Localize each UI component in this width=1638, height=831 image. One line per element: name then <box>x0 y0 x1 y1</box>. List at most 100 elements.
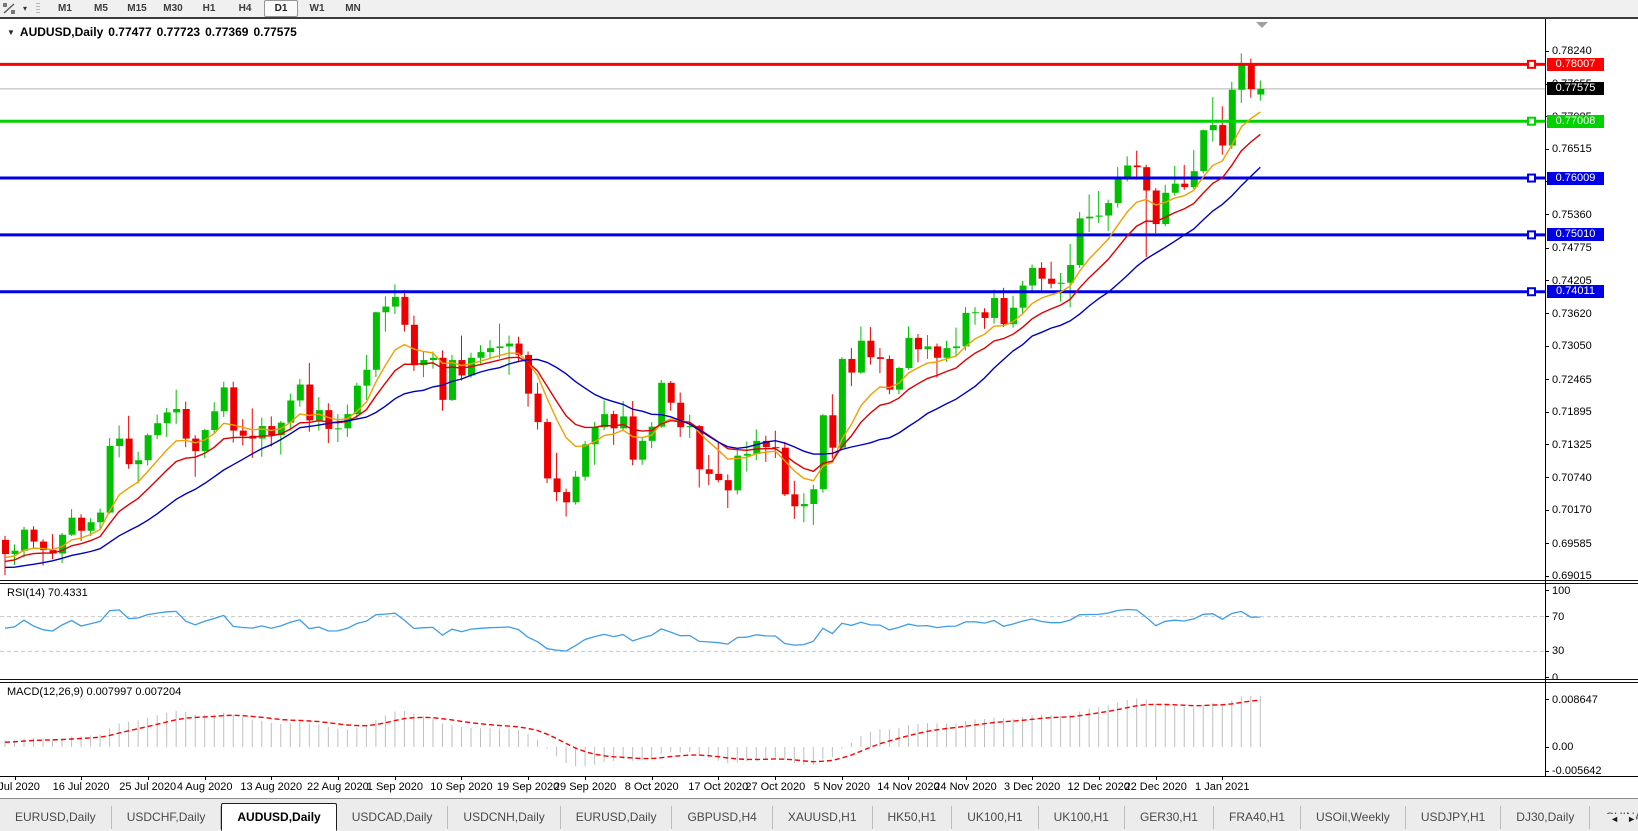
line-handle[interactable] <box>1528 231 1535 238</box>
rsi-tick-label: 30 <box>1552 645 1564 657</box>
chart-tab-hk50-h1[interactable]: HK50,H1 <box>873 806 953 829</box>
chart-shift-marker-icon[interactable] <box>1256 22 1268 28</box>
date-tick-dash <box>15 777 16 780</box>
macd-axis: 0.0086470.00-0.005642 <box>1545 683 1638 776</box>
timeframe-button-mn[interactable]: MN <box>336 0 370 17</box>
horizontal-line[interactable] <box>0 231 1545 238</box>
date-tick-label: 19 Sep 2020 <box>497 781 559 793</box>
date-tick-dash <box>148 777 149 780</box>
date-tick-label: 3 Dec 2020 <box>1004 781 1060 793</box>
line-handle[interactable] <box>1528 61 1535 68</box>
chart-title-symbol: AUDUSD,Daily <box>20 25 103 39</box>
horizontal-line[interactable] <box>0 175 1545 182</box>
price-tick-label: 0.70740 <box>1552 472 1592 484</box>
title-collapse-icon[interactable]: ▼ <box>7 28 15 37</box>
date-tick-label: 5 Nov 2020 <box>814 781 870 793</box>
date-tick-dash <box>585 777 586 780</box>
date-tick-label: 14 Nov 2020 <box>877 781 939 793</box>
timeframe-buttons: M1M5M15M30H1H4D1W1MN <box>47 0 371 17</box>
chart-tab-eurusd-daily[interactable]: EURUSD,Daily <box>561 806 673 829</box>
timeframe-button-h1[interactable]: H1 <box>192 0 226 17</box>
chart-tab-uk100-h1[interactable]: UK100,H1 <box>1039 806 1125 829</box>
chart-tab-ger30-h1[interactable]: GER30,H1 <box>1125 806 1214 829</box>
timeframe-button-m15[interactable]: M15 <box>120 0 154 17</box>
chart-tab-audusd-daily[interactable]: AUDUSD,Daily <box>221 803 336 831</box>
date-tick-dash <box>1099 777 1100 780</box>
timeframe-button-m5[interactable]: M5 <box>84 0 118 17</box>
date-tick-dash <box>1032 777 1033 780</box>
chart-tab-usoil-weekly[interactable]: USOil,Weekly <box>1301 806 1406 829</box>
line-handle[interactable] <box>1528 288 1535 295</box>
timeframe-button-m30[interactable]: M30 <box>156 0 190 17</box>
rsi-line <box>5 610 1260 652</box>
date-tick-label: 12 Dec 2020 <box>1067 781 1129 793</box>
date-tick-dash <box>652 777 653 780</box>
tab-scroll-right-icon[interactable]: ► <box>1627 814 1636 824</box>
date-tick-dash <box>81 777 82 780</box>
macd-label: MACD(12,26,9) 0.007997 0.007204 <box>7 686 181 698</box>
timeframe-button-h4[interactable]: H4 <box>228 0 262 17</box>
chart-tab-usdcnh-daily[interactable]: USDCNH,Daily <box>448 806 560 829</box>
chart-tab-eurusd-daily[interactable]: EURUSD,Daily <box>0 806 112 829</box>
ma-line-slow <box>5 167 1260 567</box>
price-tick-label: 0.72465 <box>1552 374 1592 386</box>
price-tick-label: 0.73050 <box>1552 340 1592 352</box>
price-tick-label: 0.78240 <box>1552 45 1592 57</box>
date-tick-dash <box>395 777 396 780</box>
horizontal-line[interactable] <box>0 118 1545 125</box>
price-tick-label: 0.71325 <box>1552 439 1592 451</box>
chart-tab-gbpusd-h4[interactable]: GBPUSD,H4 <box>672 806 772 829</box>
tab-scroll-arrows: ◄ ► <box>1604 814 1636 824</box>
chart-tab-uk100-h1[interactable]: UK100,H1 <box>952 806 1038 829</box>
rsi-chart-canvas[interactable] <box>0 585 1545 679</box>
line-handle[interactable] <box>1528 118 1535 125</box>
date-tick-label: 27 Oct 2020 <box>745 781 805 793</box>
date-tick-dash <box>775 777 776 780</box>
current-price-label: 0.77575 <box>1547 82 1604 95</box>
date-tick-dash <box>908 777 909 780</box>
drawing-tool-icon[interactable] <box>0 1 18 16</box>
line-handle[interactable] <box>1528 175 1535 182</box>
chart-tab-usdcad-daily[interactable]: USDCAD,Daily <box>337 806 449 829</box>
date-tick-dash <box>842 777 843 780</box>
date-tick-label: 16 Jul 2020 <box>53 781 110 793</box>
date-tick-dash <box>205 777 206 780</box>
date-axis: 7 Jul 202016 Jul 202025 Jul 20204 Aug 20… <box>0 776 1638 799</box>
rsi-tick-label: 70 <box>1552 611 1564 623</box>
toolbar-grip[interactable] <box>36 3 40 15</box>
rsi-pane[interactable]: RSI(14) 70.4331 10070300 <box>0 584 1638 679</box>
date-tick-label: 7 Jul 2020 <box>0 781 40 793</box>
date-tick-label: 1 Jan 2021 <box>1195 781 1249 793</box>
date-tick-dash <box>718 777 719 780</box>
horizontal-line[interactable] <box>0 288 1545 295</box>
ohlc-low: 0.77369 <box>205 25 248 39</box>
price-pane[interactable]: ▼ AUDUSD,Daily 0.77477 0.77723 0.77369 0… <box>0 19 1638 580</box>
price-tick-label: 0.73620 <box>1552 308 1592 320</box>
macd-tick-label: 0.00 <box>1552 741 1573 753</box>
drawing-tool-caret-icon[interactable]: ▾ <box>18 4 32 13</box>
chart-tab-dj30-daily[interactable]: DJ30,Daily <box>1501 806 1590 829</box>
date-tick-label: 22 Dec 2020 <box>1125 781 1187 793</box>
hline-price-label: 0.78007 <box>1547 58 1604 71</box>
hline-price-label: 0.74011 <box>1547 285 1604 298</box>
chart-tab-usdchf-daily[interactable]: USDCHF,Daily <box>112 806 222 829</box>
tab-strip: EURUSD,DailyUSDCHF,DailyAUDUSD,DailyUSDC… <box>0 803 1638 831</box>
chart-tab-fra40-h1[interactable]: FRA40,H1 <box>1214 806 1301 829</box>
timeframe-button-w1[interactable]: W1 <box>300 0 334 17</box>
timeframe-button-d1[interactable]: D1 <box>264 0 298 17</box>
tab-scroll-left-icon[interactable]: ◄ <box>1610 814 1619 824</box>
price-chart-canvas[interactable] <box>0 19 1545 580</box>
date-tick-label: 4 Aug 2020 <box>177 781 233 793</box>
macd-pane[interactable]: MACD(12,26,9) 0.007997 0.007204 0.008647… <box>0 683 1638 776</box>
chart-tab-usdjpy-h1[interactable]: USDJPY,H1 <box>1406 806 1501 829</box>
hline-price-label: 0.75010 <box>1547 228 1604 241</box>
price-tick-label: 0.76515 <box>1552 143 1592 155</box>
horizontal-line[interactable] <box>0 61 1545 68</box>
timeframe-button-m1[interactable]: M1 <box>48 0 82 17</box>
chart-window: ▼ AUDUSD,Daily 0.77477 0.77723 0.77369 0… <box>0 17 1638 830</box>
macd-chart-canvas[interactable] <box>0 683 1545 776</box>
chart-tab-xauusd-h1[interactable]: XAUUSD,H1 <box>773 806 873 829</box>
rsi-axis: 10070300 <box>1545 584 1638 679</box>
ohlc-high: 0.77723 <box>157 25 200 39</box>
axis-divider-line <box>1545 19 1546 776</box>
